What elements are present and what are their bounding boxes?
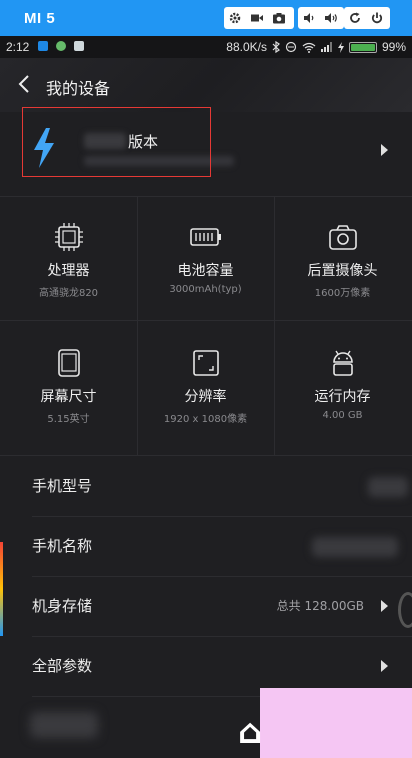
video-icon[interactable] [246, 7, 268, 29]
divider [0, 320, 412, 321]
spec-value: 5.15英寸 [47, 414, 90, 425]
cpu-icon [54, 223, 83, 251]
edge-strip [0, 542, 3, 636]
spec-label: 处理器 [47, 263, 90, 279]
watermark-overlay [260, 688, 412, 758]
chevron-right-icon [381, 600, 388, 612]
emulator-tool-group [224, 7, 294, 29]
wifi-icon [302, 42, 316, 53]
back-arrow-icon[interactable] [16, 72, 36, 96]
camera-icon[interactable] [268, 7, 290, 29]
device-name: MI 5 [24, 10, 56, 27]
signal-icon [320, 42, 332, 52]
battery-percent: 99% [381, 40, 406, 54]
row-model[interactable]: 手机型号 [0, 457, 412, 516]
volume-up-icon[interactable] [320, 7, 342, 29]
spec-ram[interactable]: 运行内存 4.00 GB [274, 348, 411, 421]
battery-capacity-icon [189, 228, 221, 246]
sync-icon [285, 41, 297, 53]
spec-label: 电池容量 [177, 263, 234, 279]
volume-down-icon[interactable] [298, 7, 320, 29]
emulator-volume-group [298, 7, 344, 29]
spec-label: 运行内存 [314, 389, 371, 405]
row-label: 全部参数 [32, 657, 93, 675]
power-icon[interactable] [366, 7, 388, 29]
spec-resolution[interactable]: 分辨率 1920 x 1080像素 [137, 348, 274, 425]
android-notification-icon [56, 41, 66, 51]
spec-label: 屏幕尺寸 [40, 389, 97, 405]
spec-screen-size[interactable]: 屏幕尺寸 5.15英寸 [0, 348, 137, 425]
spec-value: 高通骁龙820 [38, 288, 99, 299]
network-speed: 88.0K/s [226, 40, 267, 54]
android-icon [332, 350, 353, 376]
rotate-icon[interactable] [344, 7, 366, 29]
status-time: 2:12 [6, 40, 30, 54]
chevron-right-icon [381, 144, 388, 156]
row-device-name[interactable]: 手机名称 [0, 517, 412, 576]
battery-fill [350, 43, 375, 51]
row-label: 手机型号 [32, 477, 93, 495]
camera-icon [328, 225, 357, 250]
charging-icon [337, 41, 344, 53]
row-value: 总共 128.00GB [276, 599, 364, 613]
app-header: 我的设备 [0, 58, 412, 112]
watermark-glyph: ⌂ [238, 712, 263, 752]
app-notification-icon [74, 41, 84, 51]
redacted-value [368, 477, 408, 497]
bluetooth-icon [272, 41, 280, 53]
spec-value: 3000mAh(typ) [169, 284, 242, 295]
divider [0, 455, 412, 456]
emulator-power-group [344, 7, 390, 29]
resolution-icon [192, 350, 219, 376]
floating-ball[interactable] [398, 592, 412, 628]
spec-value: 1920 x 1080像素 [163, 414, 248, 425]
spec-label: 后置摄像头 [307, 263, 378, 279]
emulator-toolbar: MI 5 [0, 0, 412, 36]
highlight-box [22, 107, 211, 177]
notification-icon [38, 41, 48, 51]
screen-icon [57, 349, 80, 377]
row-label: 机身存储 [32, 597, 93, 615]
chevron-right-icon [381, 660, 388, 672]
page-title: 我的设备 [46, 79, 111, 98]
status-right: 88.0K/s 99% [226, 40, 406, 54]
spec-processor[interactable]: 处理器 高通骁龙820 [0, 222, 137, 299]
row-label: 手机名称 [32, 537, 93, 555]
spec-battery[interactable]: 电池容量 3000mAh(typ) [137, 222, 274, 295]
status-bar: 2:12 88.0K/s 99% [0, 36, 412, 58]
divider [0, 196, 412, 197]
spec-rear-camera[interactable]: 后置摄像头 1600万像素 [274, 222, 411, 299]
redacted-value [312, 537, 398, 557]
redacted-bottom [30, 712, 98, 738]
spec-value: 4.00 GB [322, 410, 363, 421]
spec-label: 分辨率 [184, 389, 227, 405]
battery-icon [348, 41, 377, 53]
row-storage[interactable]: 机身存储 总共 128.00GB [0, 577, 412, 636]
settings-icon[interactable] [224, 7, 246, 29]
spec-value: 1600万像素 [314, 288, 371, 299]
